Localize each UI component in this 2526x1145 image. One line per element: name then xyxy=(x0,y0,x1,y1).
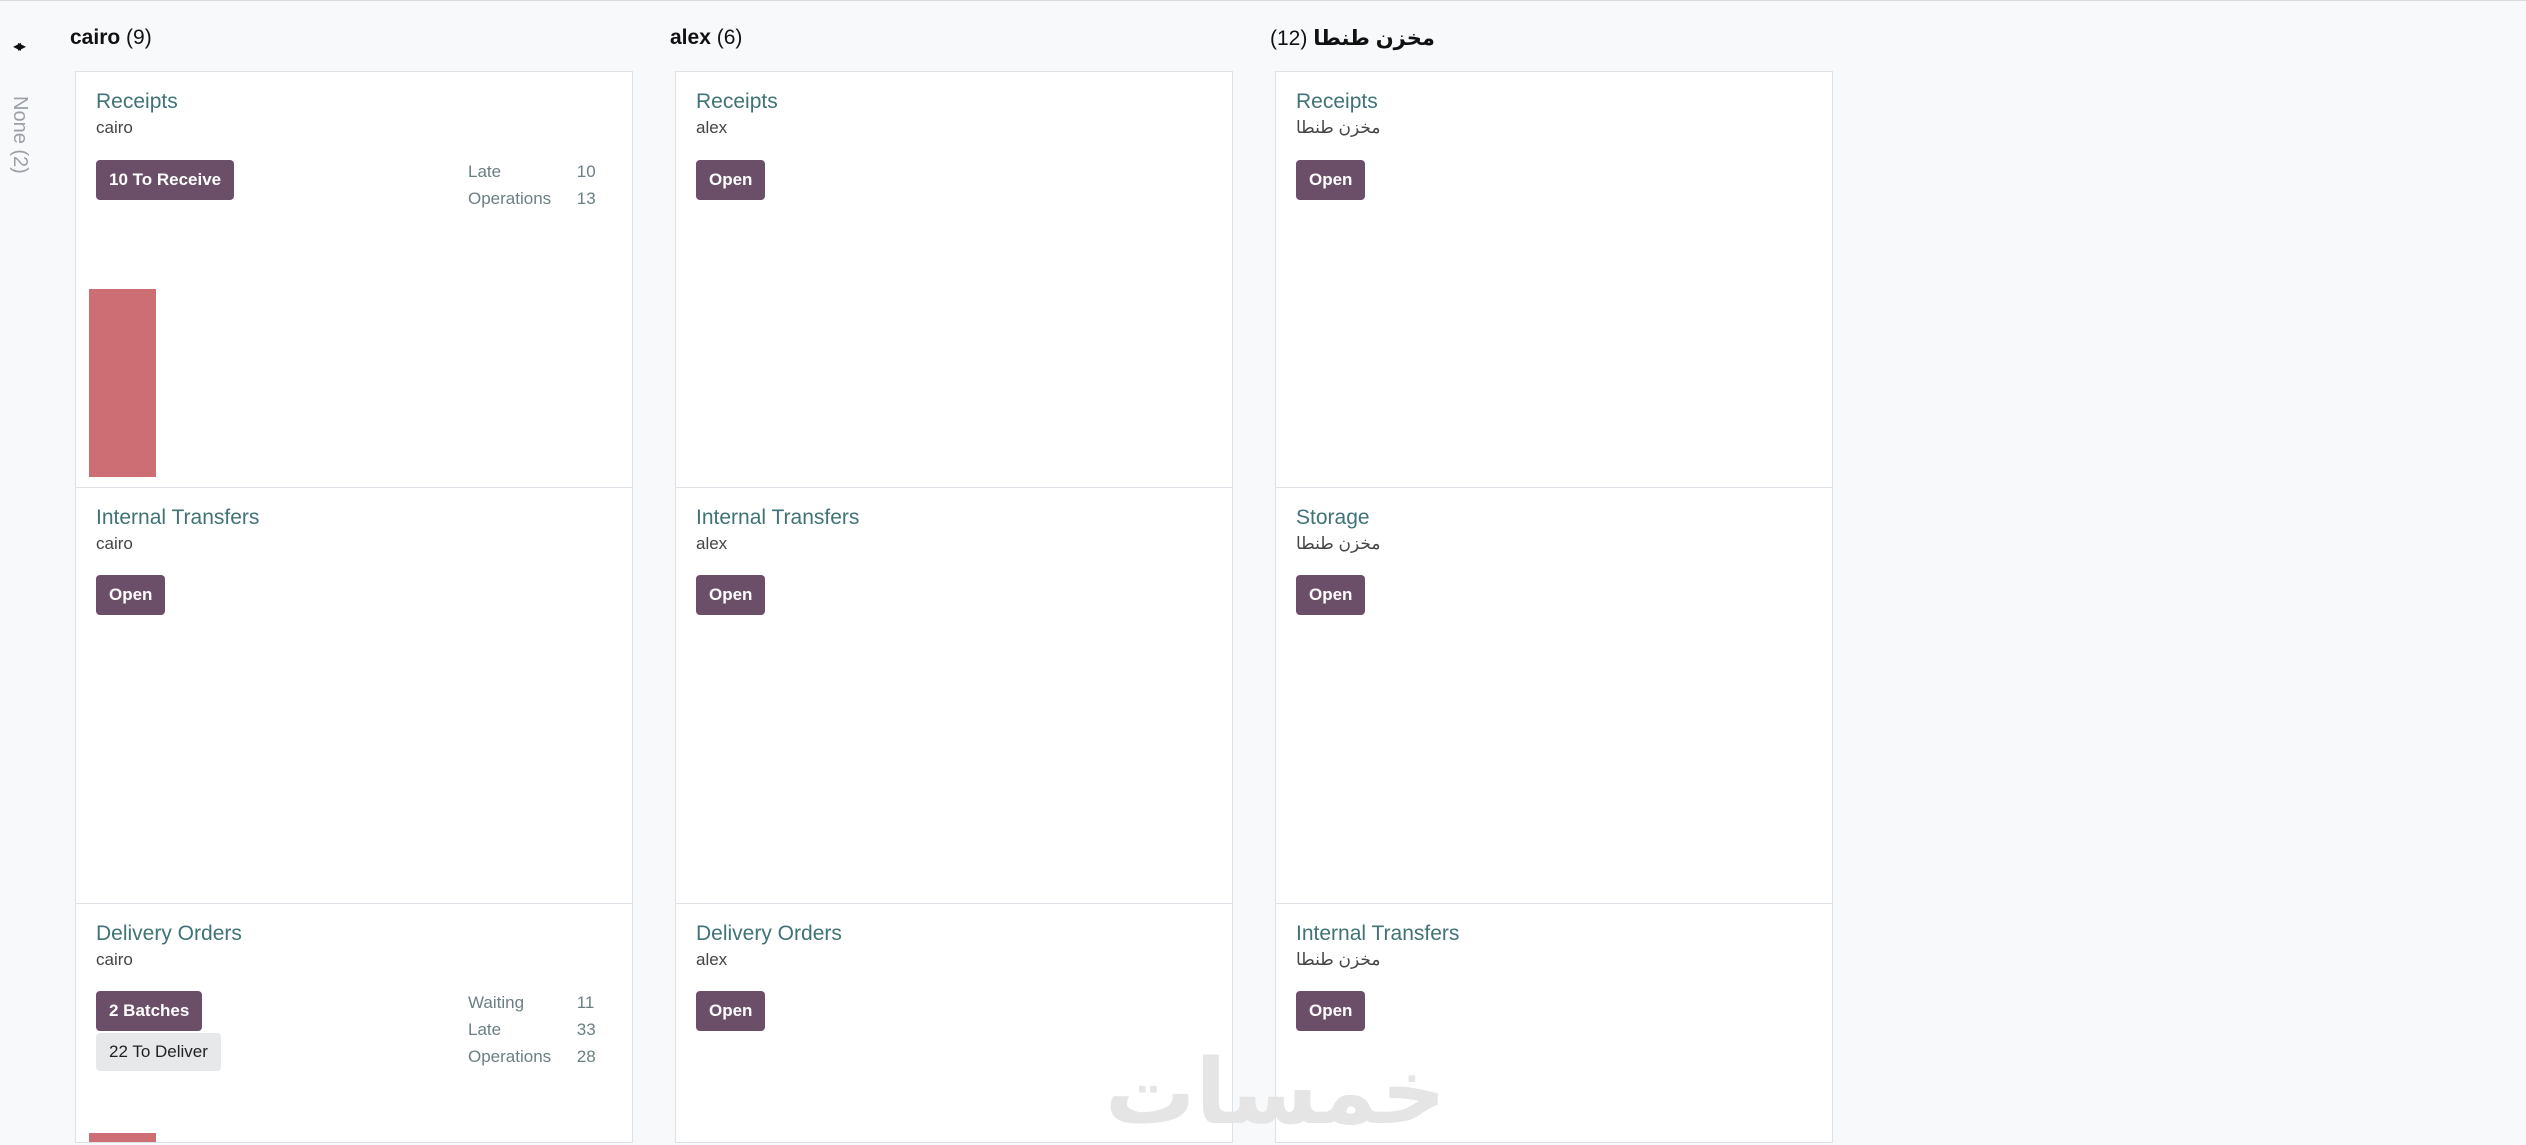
stat-value: 10 xyxy=(576,162,596,181)
stat-value: 28 xyxy=(576,1047,596,1066)
card-title[interactable]: Internal Transfers xyxy=(696,506,859,530)
card-alex-receipts: Receipts alex Open xyxy=(675,71,1233,488)
card-stats: Late 10 Operations 13 xyxy=(468,158,596,212)
stat-value: 13 xyxy=(576,189,596,208)
group-header-cairo[interactable]: cairo (9) xyxy=(70,26,152,50)
card-cairo-internal-transfers: Internal Transfers cairo Open xyxy=(75,487,633,904)
to-deliver-button[interactable]: 22 To Deliver xyxy=(96,1033,221,1071)
card-title[interactable]: Storage xyxy=(1296,506,1370,530)
card-tanta-receipts: Receipts مخزن طنطا Open xyxy=(1275,71,1833,488)
stat-value: 33 xyxy=(576,1020,596,1039)
card-warehouse: مخزن طنطا xyxy=(1296,118,1381,137)
card-cairo-delivery-orders: Delivery Orders cairo 2 Batches 22 To De… xyxy=(75,903,633,1143)
stat-label: Operations xyxy=(468,189,552,208)
open-button[interactable]: Open xyxy=(696,160,766,200)
card-title[interactable]: Receipts xyxy=(696,90,778,114)
open-button[interactable]: Open xyxy=(1296,991,1366,1031)
card-warehouse: alex xyxy=(696,534,728,553)
card-alex-delivery-orders: Delivery Orders alex Open xyxy=(675,903,1233,1143)
card-warehouse: alex xyxy=(696,950,728,969)
stat-late[interactable]: Late 10 xyxy=(468,158,596,185)
open-button[interactable]: Open xyxy=(96,575,166,615)
open-button[interactable]: Open xyxy=(696,991,766,1031)
card-warehouse: مخزن طنطا xyxy=(1296,950,1381,969)
top-border xyxy=(0,0,2526,1)
card-tanta-internal-transfers: Internal Transfers مخزن طنطا Open xyxy=(1275,903,1833,1143)
group-header-tanta[interactable]: مخزن طنطا (12) xyxy=(1270,26,1435,51)
card-stats: Waiting 11 Late 33 Operations 28 xyxy=(468,989,596,1070)
expand-collapse-icon[interactable]: ◂▸ xyxy=(13,36,26,56)
card-warehouse: alex xyxy=(696,118,728,137)
stat-label: Late xyxy=(468,1020,502,1039)
card-warehouse: cairo xyxy=(96,950,133,969)
stat-value: 11 xyxy=(576,993,595,1012)
group-count: (9) xyxy=(126,26,152,49)
stat-waiting[interactable]: Waiting 11 xyxy=(468,989,596,1016)
stat-label: Late xyxy=(468,162,502,181)
card-title[interactable]: Internal Transfers xyxy=(96,506,259,530)
card-warehouse: cairo xyxy=(96,118,133,137)
card-alex-internal-transfers: Internal Transfers alex Open xyxy=(675,487,1233,904)
card-title[interactable]: Delivery Orders xyxy=(696,922,842,946)
stat-label: Operations xyxy=(468,1047,552,1066)
open-button[interactable]: Open xyxy=(1296,575,1366,615)
card-cairo-receipts: Receipts cairo 10 To Receive Late 10 Ope… xyxy=(75,71,633,488)
card-tanta-storage: Storage مخزن طنطا Open xyxy=(1275,487,1833,904)
stat-operations[interactable]: Operations 13 xyxy=(468,185,596,212)
group-count: (6) xyxy=(716,26,743,49)
folded-column-label[interactable]: None (2) xyxy=(8,96,31,174)
open-button[interactable]: Open xyxy=(1296,160,1366,200)
graph-bar[interactable] xyxy=(89,289,156,477)
stat-operations[interactable]: Operations 28 xyxy=(468,1043,596,1070)
card-warehouse: مخزن طنطا xyxy=(1296,534,1381,553)
to-receive-button[interactable]: 10 To Receive xyxy=(96,160,235,200)
stat-label: Waiting xyxy=(468,993,525,1012)
folded-column-none[interactable]: ◂▸ None (2) xyxy=(0,24,46,174)
card-title[interactable]: Delivery Orders xyxy=(96,922,242,946)
group-name: cairo xyxy=(70,26,121,49)
group-name: مخزن طنطا xyxy=(1313,27,1435,50)
batches-button[interactable]: 2 Batches xyxy=(96,991,203,1031)
group-name: alex xyxy=(670,26,711,49)
stat-late[interactable]: Late 33 xyxy=(468,1016,596,1043)
card-title[interactable]: Receipts xyxy=(1296,90,1378,114)
card-title[interactable]: Receipts xyxy=(96,90,178,114)
card-warehouse: cairo xyxy=(96,534,133,553)
card-title[interactable]: Internal Transfers xyxy=(1296,922,1459,946)
group-count: (12) xyxy=(1270,27,1308,50)
group-header-alex[interactable]: alex (6) xyxy=(670,26,742,50)
open-button[interactable]: Open xyxy=(696,575,766,615)
